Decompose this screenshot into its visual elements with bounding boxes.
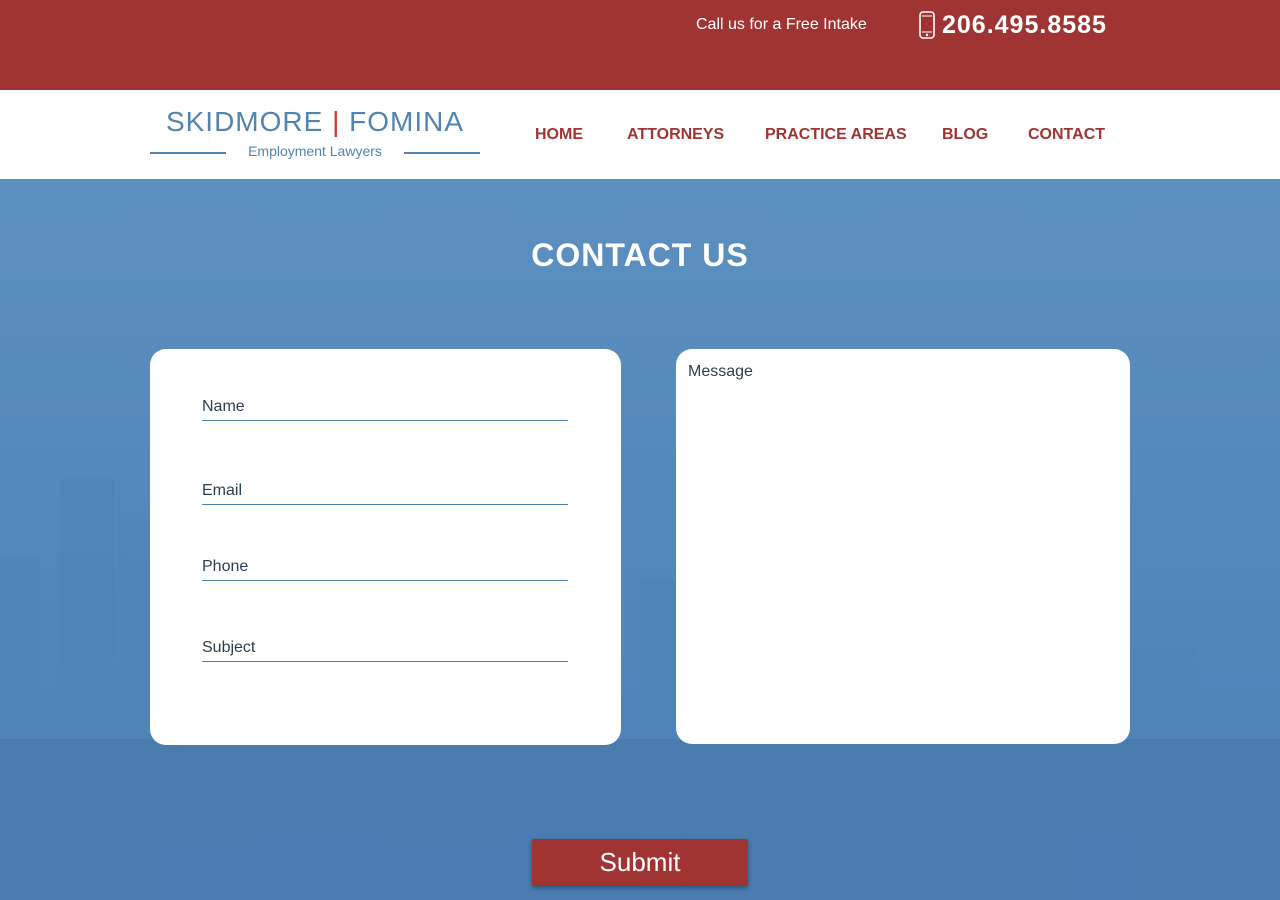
submit-button[interactable]: Submit [532, 839, 748, 886]
logo-wordmark: SKIDMORE | FOMINA [150, 104, 480, 140]
name-input[interactable] [202, 387, 568, 420]
email-field [202, 471, 568, 505]
logo-rule-right [404, 152, 480, 154]
phone-link[interactable]: 206.495.8585 [918, 10, 1107, 40]
site-logo[interactable]: SKIDMORE | FOMINA Employment Lawyers [150, 104, 480, 164]
logo-name-right: FOMINA [349, 106, 465, 137]
top-bar: Call us for a Free Intake 206.495.8585 [0, 0, 1280, 90]
nav-item-home[interactable]: HOME [535, 124, 583, 146]
message-card [676, 349, 1130, 744]
phone-field [202, 547, 568, 581]
logo-name-left: SKIDMORE [165, 106, 324, 137]
subject-input[interactable] [202, 628, 568, 661]
contact-details-card [150, 349, 621, 745]
site-header: SKIDMORE | FOMINA Employment Lawyers HOM… [0, 90, 1280, 179]
email-input[interactable] [202, 471, 568, 504]
page-title: CONTACT US [531, 237, 749, 273]
phone-input[interactable] [202, 547, 568, 580]
mobile-phone-icon [919, 11, 935, 39]
phone-number[interactable]: 206.495.8585 [942, 10, 1107, 40]
logo-tagline: Employment Lawyers [248, 143, 382, 159]
nav-item-practice-areas[interactable]: PRACTICE AREAS [765, 124, 907, 146]
free-intake-text: Call us for a Free Intake [696, 16, 867, 33]
message-textarea[interactable] [688, 363, 1118, 733]
subject-field [202, 628, 568, 662]
nav-item-blog[interactable]: BLOG [942, 124, 988, 146]
contact-section: CONTACT US Submit [0, 179, 1280, 900]
name-field [202, 387, 568, 421]
logo-separator: | [332, 106, 341, 137]
nav-item-contact[interactable]: CONTACT [1028, 124, 1105, 146]
nav-item-attorneys[interactable]: ATTORNEYS [627, 124, 724, 146]
